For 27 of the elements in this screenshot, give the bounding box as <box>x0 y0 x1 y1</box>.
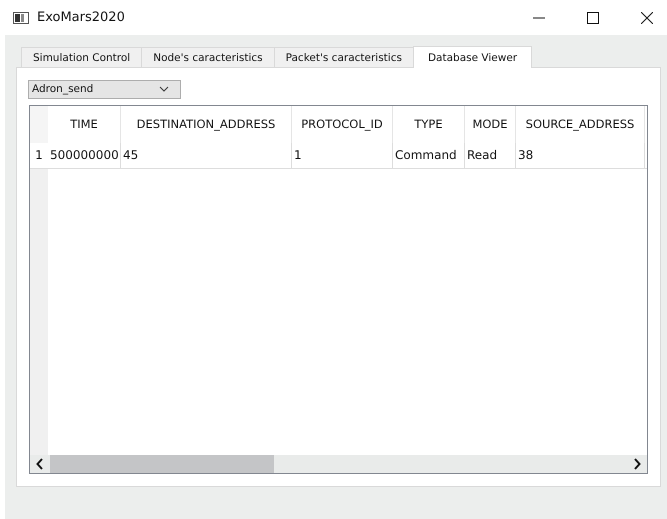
tab[interactable]: Database Viewer <box>412 46 532 68</box>
table-select[interactable]: Adron_send <box>28 80 181 99</box>
corner-cell <box>30 106 48 143</box>
column-header[interactable]: TYPE <box>393 106 465 143</box>
tab[interactable]: Node's caracteristics <box>141 47 275 67</box>
scrollbar-thumb[interactable] <box>50 455 274 473</box>
column-header[interactable]: DESTINATION_ADDRESS <box>121 106 292 143</box>
close-icon[interactable] <box>641 12 653 24</box>
scroll-left-icon[interactable] <box>36 458 44 470</box>
table-cell: 38 <box>516 142 645 168</box>
tab[interactable]: Simulation Control <box>21 47 142 67</box>
window-title: ExoMars2020 <box>37 10 125 25</box>
app-icon <box>13 12 29 24</box>
chevron-down-icon <box>159 86 169 92</box>
column-header[interactable]: TIME <box>48 106 121 143</box>
column-header[interactable]: MODE <box>465 106 516 143</box>
table-cell: 1 <box>292 142 393 168</box>
horizontal-scrollbar[interactable] <box>30 455 647 473</box>
column-header[interactable]: SOURCE_ADDRESS <box>516 106 645 143</box>
table-cell: Command <box>393 142 465 168</box>
tab[interactable]: Packet's caracteristics <box>274 47 414 67</box>
table-cell: Read <box>465 142 516 168</box>
table-cell: 45 <box>121 142 292 168</box>
column-header[interactable]: PROTOCOL_ID <box>292 106 393 143</box>
scroll-right-icon[interactable] <box>633 458 641 470</box>
table-cell: 500000000 <box>48 142 121 168</box>
maximize-icon[interactable] <box>587 12 599 24</box>
